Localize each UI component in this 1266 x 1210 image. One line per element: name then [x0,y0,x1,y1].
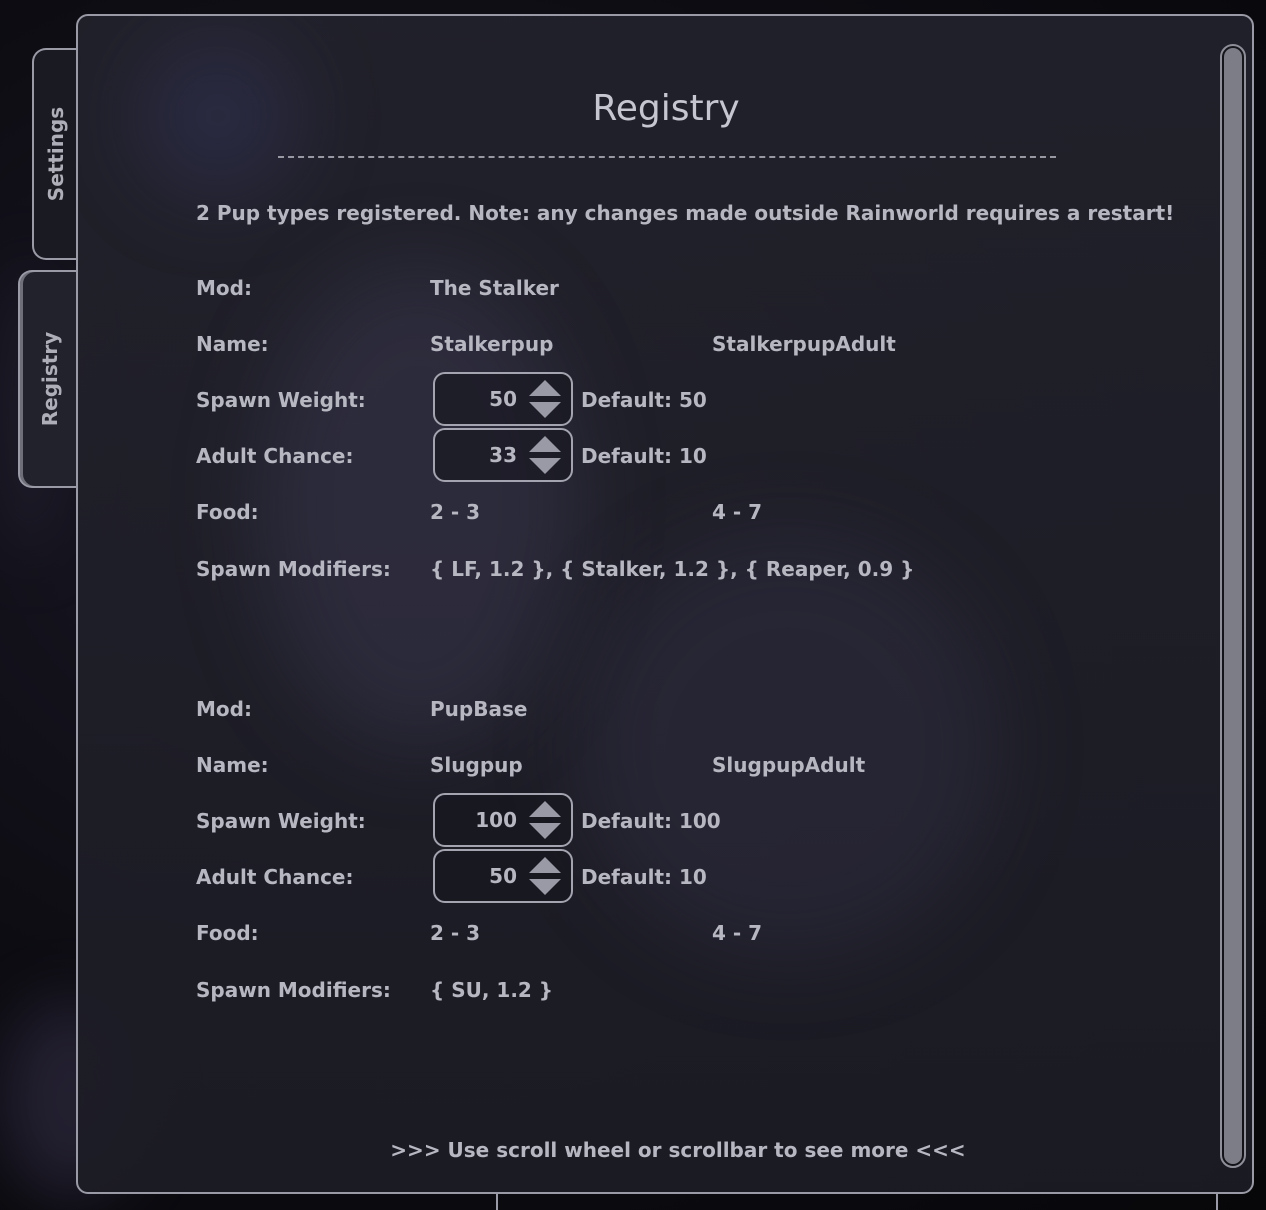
increment-arrow-icon[interactable] [529,380,561,396]
increment-arrow-icon[interactable] [529,436,561,452]
mod-value: PupBase [430,697,528,721]
adult-name: SlugpupAdult [712,753,866,777]
registry-note: 2 Pup types registered. Note: any change… [196,201,1175,225]
spawn-modifiers-value: { LF, 1.2 }, { Stalker, 1.2 }, { Reaper,… [430,557,915,581]
scroll-hint: >>> Use scroll wheel or scrollbar to see… [390,1138,966,1162]
tab-settings[interactable]: Settings [32,48,78,260]
scrollbar-thumb[interactable] [1224,48,1242,1164]
panel-background-glow [578,536,998,956]
decrement-arrow-icon[interactable] [529,879,561,895]
increment-arrow-icon[interactable] [529,857,561,873]
adult-chance-stepper[interactable]: 50 [433,849,573,903]
decrement-arrow-icon[interactable] [529,823,561,839]
food-value: 2 - 3 [430,500,481,524]
mod-label: Mod: [196,276,252,300]
spawn-modifiers-label: Spawn Modifiers: [196,978,391,1002]
pup-name: Stalkerpup [430,332,554,356]
frame-edge [496,1194,498,1210]
adult-chance-stepper[interactable]: 33 [433,428,573,482]
spawn-weight-default: Default: 100 [581,809,721,833]
tab-settings-label: Settings [44,106,68,202]
adult-food-value: 4 - 7 [712,921,763,945]
adult-chance-value[interactable]: 50 [489,864,517,888]
food-label: Food: [196,921,259,945]
food-label: Food: [196,500,259,524]
decrement-arrow-icon[interactable] [529,458,561,474]
spawn-weight-label: Spawn Weight: [196,809,366,833]
registry-panel: Registry 2 Pup types registered. Note: a… [76,14,1254,1194]
adult-chance-default: Default: 10 [581,865,707,889]
spawn-weight-label: Spawn Weight: [196,388,366,412]
spawn-weight-default: Default: 50 [581,388,707,412]
title-divider [278,156,1056,158]
adult-chance-label: Adult Chance: [196,865,354,889]
scrollbar[interactable] [1220,44,1246,1168]
frame-edge [1216,1194,1218,1210]
tab-registry[interactable]: Registry [18,270,78,488]
adult-chance-value[interactable]: 33 [489,443,517,467]
adult-name: StalkerpupAdult [712,332,896,356]
spawn-weight-value[interactable]: 50 [489,387,517,411]
spawn-weight-stepper[interactable]: 50 [433,372,573,426]
increment-arrow-icon[interactable] [529,801,561,817]
adult-chance-label: Adult Chance: [196,444,354,468]
spawn-weight-value[interactable]: 100 [475,808,517,832]
spawn-modifiers-label: Spawn Modifiers: [196,557,391,581]
pup-name: Slugpup [430,753,523,777]
tab-registry-label: Registry [38,331,63,427]
mod-label: Mod: [196,697,252,721]
decrement-arrow-icon[interactable] [529,402,561,418]
food-value: 2 - 3 [430,921,481,945]
page-title: Registry [592,88,740,129]
spawn-weight-stepper[interactable]: 100 [433,793,573,847]
name-label: Name: [196,753,269,777]
adult-chance-default: Default: 10 [581,444,707,468]
spawn-modifiers-value: { SU, 1.2 } [430,978,554,1002]
name-label: Name: [196,332,269,356]
mod-value: The Stalker [430,276,559,300]
adult-food-value: 4 - 7 [712,500,763,524]
